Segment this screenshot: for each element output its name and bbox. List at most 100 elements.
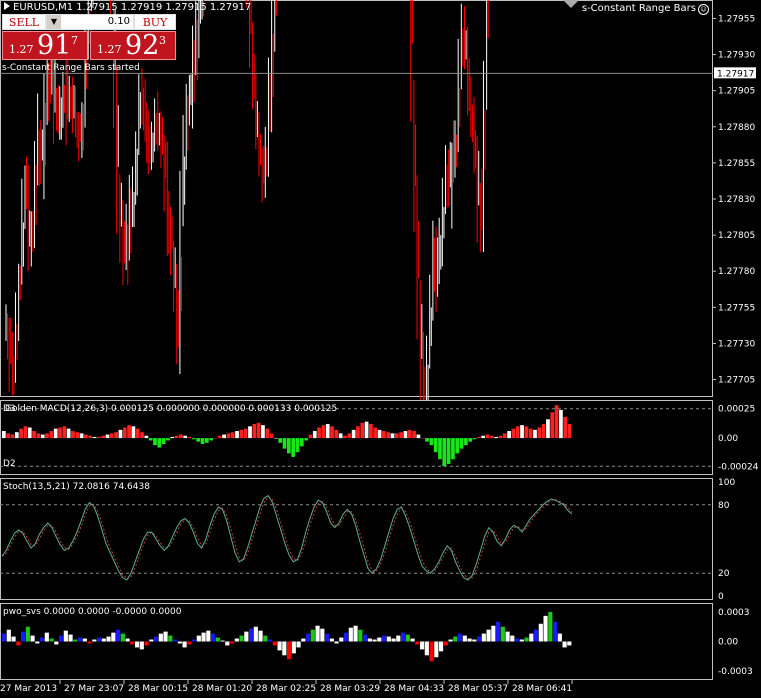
histogram-bar [66, 428, 71, 439]
histogram-bar [148, 438, 153, 441]
histogram-bar [2, 633, 7, 642]
histogram-bar [424, 641, 429, 656]
histogram-bar [464, 438, 468, 446]
histogram-bar [196, 635, 201, 642]
histogram-bar [183, 435, 188, 439]
histogram-bar [442, 438, 447, 467]
histogram-bar [453, 636, 458, 642]
histogram-bar [234, 638, 239, 642]
histogram-bar [334, 429, 339, 439]
histogram-bar [553, 621, 558, 642]
macd-side-label-d2: D2 [3, 459, 16, 469]
histogram-bar [6, 629, 11, 642]
histogram-bar [496, 621, 501, 642]
stoch-panel[interactable]: 100 80 20 0 Stoch(13,5,21) 72.0816 74.6438 [0, 478, 735, 602]
histogram-bar [396, 635, 401, 642]
lot-size-value[interactable]: 0.10 [108, 15, 130, 29]
histogram-bar [299, 438, 304, 447]
chart-window[interactable]: 1.279551.279301.279051.278801.278551.278… [0, 0, 761, 698]
histogram-bar [295, 438, 300, 453]
histogram-bar [401, 632, 406, 642]
histogram-bar [230, 432, 235, 439]
macd-title: Golden MACD(12,26,3) 0.000125 0.000000 0… [5, 404, 337, 414]
buy-button[interactable]: BUY [134, 14, 176, 30]
buy-price-fraction: 3 [159, 34, 166, 47]
histogram-bar [438, 438, 442, 460]
histogram-bar [252, 423, 257, 439]
histogram-bar [101, 435, 106, 439]
histogram-bar [382, 635, 387, 642]
price-tick-label: 1.27805 [718, 231, 755, 241]
axis-tick-label: 0.0003 [718, 608, 750, 618]
histogram-bar [511, 428, 516, 439]
histogram-bar [139, 641, 144, 650]
histogram-bar [40, 637, 45, 642]
collapse-arrow-icon[interactable] [563, 0, 579, 8]
histogram-bar [201, 632, 206, 642]
histogram-bar [261, 425, 265, 439]
histogram-bar [36, 433, 41, 439]
ea-name-text: s-Constant Range Bars [581, 3, 696, 14]
histogram-bar [215, 637, 220, 642]
histogram-bar [481, 435, 486, 439]
price-tick-label: 1.27755 [718, 303, 755, 313]
histogram-bar [407, 429, 412, 439]
histogram-bar [204, 438, 209, 443]
histogram-bar [49, 431, 54, 439]
histogram-bar [16, 641, 21, 646]
histogram-bar [11, 636, 16, 642]
buy-price-prefix: 1.27 [97, 43, 122, 56]
histogram-bar [353, 625, 358, 642]
sell-price-prefix: 1.27 [9, 43, 34, 56]
histogram-bar [114, 432, 118, 439]
pwo-panel[interactable]: 0.0003 0.00 -0.0003 pwo_svs 0.0000 0.0000 … [0, 603, 753, 680]
histogram-bar [339, 637, 344, 642]
histogram-bar [420, 641, 425, 650]
time-tick-label: 28 Mar 06:41 [512, 684, 572, 694]
sell-price-pips: 91 [37, 30, 72, 61]
histogram-bar [84, 434, 88, 439]
histogram-bar [97, 637, 102, 642]
histogram-bar [347, 433, 352, 439]
histogram-bar [489, 435, 494, 439]
histogram-bar [498, 435, 503, 439]
histogram-bar [491, 625, 496, 642]
histogram-bar [458, 633, 463, 642]
buy-price-button[interactable]: 1.27 92 3 [90, 30, 176, 61]
histogram-bar [351, 429, 356, 439]
histogram-bar [179, 434, 183, 439]
price-tick-label: 1.27955 [718, 14, 755, 24]
symbol-title: EURUSD,M1 1.27915 1.27919 1.27915 1.2791… [4, 2, 251, 13]
histogram-bar [135, 428, 140, 439]
histogram-bar [434, 641, 439, 658]
histogram-bar [520, 425, 524, 439]
histogram-bar [127, 425, 131, 439]
histogram-bar [455, 438, 460, 454]
histogram-bar [78, 637, 83, 642]
sell-price-button[interactable]: 1.27 91 7 [2, 30, 88, 61]
macd-panel[interactable]: 0.000250.00-0.00024 D3 D2 Golden MACD(12… [0, 400, 759, 475]
lot-dropdown-icon[interactable]: ▼ [47, 15, 61, 29]
symbol-arrow-icon [4, 2, 10, 10]
histogram-bar [144, 641, 149, 646]
histogram-bar [158, 633, 163, 642]
time-axis: 27 Mar 2013 27 Mar 23:07 28 Mar 00:15 28 Ma… [0, 680, 573, 694]
histogram-bar [177, 641, 182, 644]
histogram-bar [325, 423, 330, 439]
histogram-bar [220, 640, 225, 642]
histogram-bar [369, 423, 373, 439]
sell-button[interactable]: SELL [2, 14, 46, 30]
histogram-bar [343, 435, 347, 439]
histogram-bar [559, 409, 563, 439]
stoch-tick-label: 80 [718, 501, 730, 511]
expert-advisor-label[interactable]: s-Constant Range Bars ☺ [582, 3, 709, 15]
histogram-bar [567, 423, 572, 439]
time-tick-label: 28 Mar 01:20 [192, 684, 252, 694]
histogram-bar [253, 626, 258, 642]
histogram-bar [425, 438, 429, 442]
buy-price-pips: 92 [125, 30, 160, 61]
histogram-bar [213, 438, 218, 439]
lot-size-input[interactable]: ▼ 0.10 [46, 14, 134, 30]
time-tick-label: 27 Mar 2013 [0, 684, 57, 694]
one-click-trading-panel[interactable]: SELL ▼ 0.10 BUY 1.27 91 7 1.27 92 3 [2, 14, 176, 61]
